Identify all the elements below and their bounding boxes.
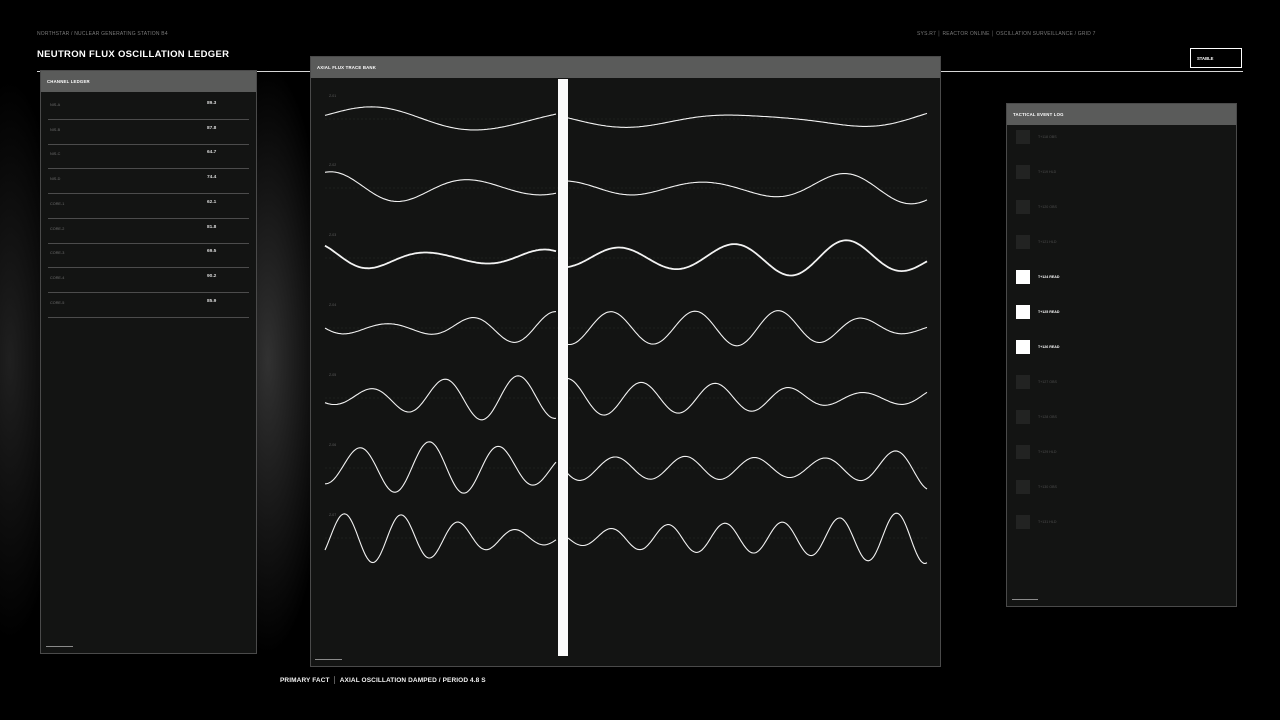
event-marker [1016,235,1030,249]
event-label: T+119 HLD [1038,170,1057,174]
ledger-channel-value: 64.7 [207,150,217,156]
event-item[interactable]: T+126 READ [1016,340,1216,354]
event-item[interactable]: T+130 OBS [1016,480,1216,494]
trace-row-label: Z-01 [329,94,336,98]
ledger-channel-value: 85.9 [207,298,217,304]
ledger-channel-name: CORE-2 [50,226,65,231]
time-cursor-bar [558,79,568,656]
event-item[interactable]: T+118 OBS [1016,130,1216,144]
event-label: T+129 HLD [1038,450,1057,454]
breadcrumb: NORTHSTAR / NUCLEAR GENERATING STATION B… [37,31,168,37]
ledger-channel-value: 89.3 [207,101,217,106]
tactical-event-log-panel: TACTICAL EVENT LOG T+118 OBS T+119 HLD T+1… [1006,103,1237,607]
event-label: T+120 OBS [1038,205,1057,209]
ledger-channel-name: CORE-5 [50,300,65,305]
event-item[interactable]: T+128 OBS [1016,410,1216,424]
event-item[interactable]: T+120 OBS [1016,200,1216,214]
event-marker [1016,410,1030,424]
channel-ledger-title: CHANNEL LEDGER [41,71,256,92]
axial-flux-trace-panel: AXIAL FLUX TRACE BANK Z-01 Z-02 Z-03 Z-04 Z-… [310,56,941,667]
ledger-channel-name: NIS-B [50,127,61,132]
trace-row-label: Z-05 [329,373,336,377]
event-marker [1016,270,1030,284]
event-item[interactable]: T+125 READ [1016,305,1216,319]
event-marker [1016,200,1030,214]
page-title: NEUTRON FLUX OSCILLATION LEDGER [37,49,230,60]
event-item[interactable]: T+129 HLD [1016,445,1216,459]
event-marker [1016,165,1030,179]
flux-trace-line [324,441,928,494]
ledger-row[interactable]: CORE-4 90.2 [48,268,249,293]
channel-ledger-panel: CHANNEL LEDGER NIS-A 89.3 NIS-B 87.8 NIS-C 64… [40,70,257,654]
event-label: T+118 OBS [1038,135,1057,139]
panel-footer-mark [46,646,73,647]
primary-fact-text: AXIAL OSCILLATION DAMPED / PERIOD 4.8 S [339,677,486,684]
ledger-channel-value: 87.8 [207,125,217,131]
event-marker [1016,375,1030,389]
ledger-row[interactable]: CORE-1 62.1 [48,194,249,219]
ledger-channel-name: CORE-3 [50,251,65,256]
event-item[interactable]: T+127 OBS [1016,375,1216,389]
ledger-channel-name: CORE-1 [50,201,65,206]
trace-row-label: Z-06 [329,443,336,447]
event-label: T+131 HLD [1038,520,1057,524]
ledger-row[interactable]: NIS-D 74.4 [48,169,249,195]
event-marker [1016,480,1030,494]
primary-fact-separator: │ [332,677,337,684]
ledger-channel-name: CORE-4 [50,275,65,280]
ledger-row[interactable]: NIS-C 64.7 [48,144,249,170]
event-marker [1016,305,1030,319]
trace-row-label: Z-03 [329,233,336,237]
event-item[interactable]: T+119 HLD [1016,165,1216,179]
event-marker [1016,130,1030,144]
panel-footer-mark [1012,599,1038,600]
ledger-row[interactable]: NIS-B 87.8 [48,120,249,145]
system-status-text: SYS.R7 │ REACTOR ONLINE │ OSCILLATION SU… [917,31,1096,37]
ledger-channel-name: NIS-C [50,152,61,157]
event-marker [1016,445,1030,459]
ledger-channel-value: 62.1 [207,199,217,205]
trace-plot: Z-01 Z-02 Z-03 Z-04 Z-05 Z-06 Z-07 [324,79,928,656]
ledger-row[interactable]: CORE-3 69.5 [48,243,249,269]
trace-row-label: Z-07 [329,513,336,517]
event-log-title: TACTICAL EVENT LOG [1007,104,1236,125]
event-label: T+124 READ [1038,275,1060,279]
ledger-channel-value: 69.5 [207,249,217,255]
panel-footer-mark [315,659,342,660]
event-label: T+130 OBS [1038,485,1057,489]
event-label: T+128 OBS [1038,415,1057,419]
event-label: T+121 HLD [1038,240,1057,244]
ledger-channel-value: 74.4 [207,175,217,181]
flux-trace-line [324,512,928,564]
event-item[interactable]: T+124 READ [1016,270,1216,284]
ledger-row[interactable]: CORE-5 85.9 [48,293,249,318]
trace-row-label: Z-04 [329,303,336,307]
primary-fact: PRIMARY FACT │ AXIAL OSCILLATION DAMPED / … [280,677,486,684]
status-badge[interactable]: STABLE [1190,48,1242,68]
ledger-channel-value: 81.8 [207,224,217,230]
flux-trace-line [324,106,928,131]
ledger-channel-name: NIS-D [50,177,61,182]
ledger-channel-value: 90.2 [207,273,217,279]
primary-fact-label: PRIMARY FACT [280,677,330,684]
event-marker [1016,340,1030,354]
ledger-row[interactable]: NIS-A 89.3 [48,95,249,120]
event-marker [1016,515,1030,529]
event-item[interactable]: T+121 HLD [1016,235,1216,249]
event-label: T+127 OBS [1038,380,1057,384]
status-badge-label: STABLE [1197,56,1214,61]
trace-row-label: Z-02 [329,163,336,167]
event-label: T+126 READ [1038,345,1060,349]
ledger-channel-name: NIS-A [50,103,61,107]
ledger-row[interactable]: CORE-2 81.8 [48,219,249,244]
event-item[interactable]: T+131 HLD [1016,515,1216,529]
event-label: T+125 READ [1038,310,1060,314]
